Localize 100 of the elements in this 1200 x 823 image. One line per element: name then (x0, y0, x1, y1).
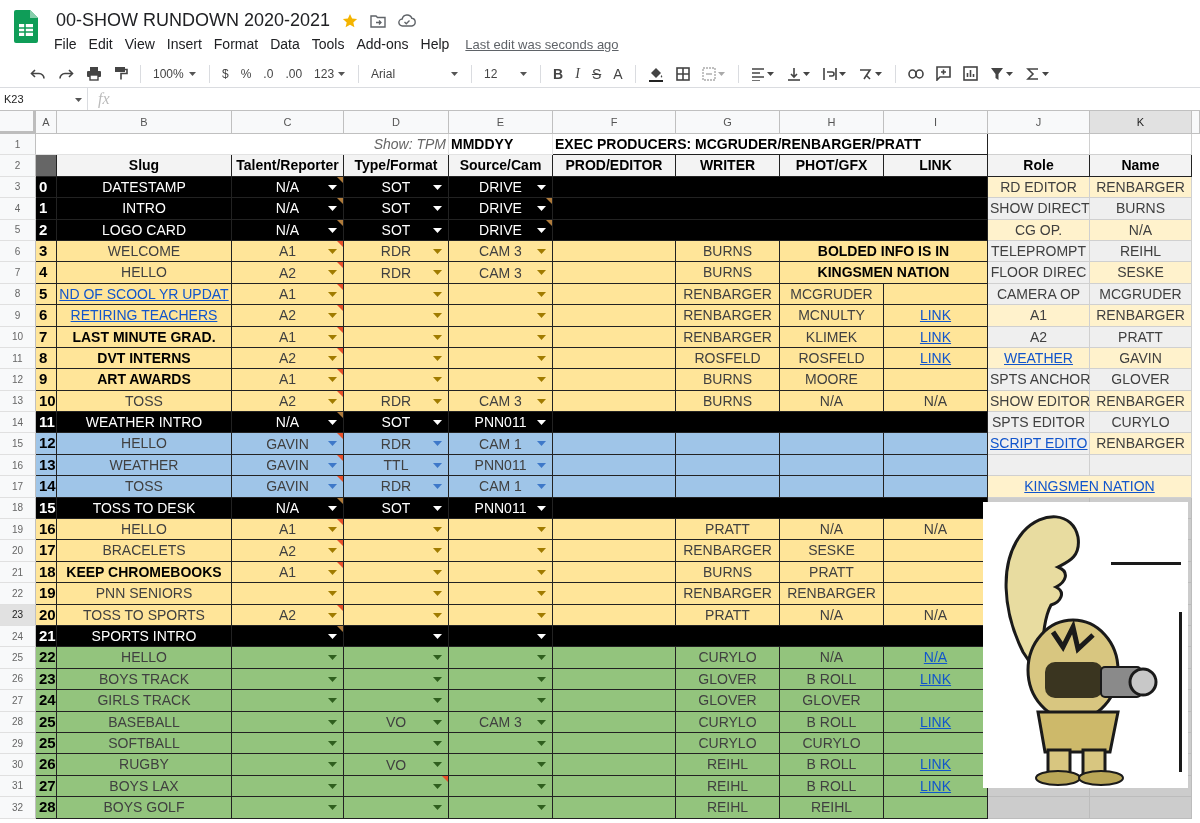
column-header[interactable]: J (988, 111, 1090, 134)
dropdown-cell[interactable] (344, 583, 449, 605)
menu-item[interactable]: View (118, 35, 161, 53)
link[interactable]: WEATHER (1004, 349, 1073, 366)
menu-item[interactable]: Add-ons (350, 35, 415, 53)
row-header[interactable]: 27 (0, 690, 36, 712)
column-header[interactable]: B (57, 111, 232, 134)
dropdown-cell[interactable]: RDR (344, 476, 449, 498)
row-header[interactable]: 3 (0, 176, 36, 199)
dropdown-cell[interactable] (232, 754, 344, 776)
dropdown-cell[interactable]: CAM 3 (449, 240, 553, 263)
menu-item[interactable]: Tools (305, 35, 351, 53)
dropdown-cell[interactable]: SOT (344, 176, 449, 199)
dropdown-cell[interactable] (232, 711, 344, 733)
dropdown-cell[interactable]: A2 (232, 262, 344, 284)
row-header[interactable]: 28 (0, 711, 36, 733)
dropdown-cell[interactable]: A2 (232, 347, 344, 370)
dropdown-cell[interactable] (449, 540, 553, 562)
dropdown-cell[interactable]: RDR (344, 262, 449, 284)
column-header[interactable]: A (36, 111, 57, 134)
dropdown-cell[interactable]: A1 (232, 369, 344, 391)
row-header[interactable]: 15 (0, 433, 36, 455)
dropdown-cell[interactable]: SOT (344, 412, 449, 434)
dropdown-cell[interactable]: N/A (232, 219, 344, 241)
menu-item[interactable]: Format (207, 35, 265, 53)
dropdown-cell[interactable] (449, 647, 553, 669)
dropdown-cell[interactable]: CAM 3 (449, 711, 553, 733)
font-size-dropdown[interactable]: 12 (480, 61, 533, 86)
zoom-dropdown[interactable]: 100% (149, 61, 201, 86)
row-header[interactable]: 21 (0, 561, 36, 584)
folder-icon[interactable] (370, 13, 387, 28)
decrease-decimals-button[interactable]: .0 (259, 61, 278, 86)
row-header[interactable]: 31 (0, 775, 36, 798)
dropdown-cell[interactable] (449, 283, 553, 306)
dropdown-cell[interactable] (344, 369, 449, 391)
dropdown-cell[interactable]: A1 (232, 519, 344, 541)
row-header[interactable]: 22 (0, 583, 36, 605)
menu-item[interactable]: File (48, 35, 83, 53)
dropdown-cell[interactable]: CAM 3 (449, 390, 553, 413)
row-header[interactable]: 7 (0, 262, 36, 284)
dropdown-cell[interactable]: A2 (232, 540, 344, 562)
dropdown-cell[interactable] (344, 797, 449, 819)
row-header[interactable]: 25 (0, 647, 36, 669)
dropdown-cell[interactable]: DRIVE (449, 219, 553, 241)
dropdown-cell[interactable] (449, 326, 553, 348)
strikethrough-button[interactable]: S (587, 61, 606, 86)
link[interactable]: ND OF SCOOL YR UPDAT (59, 285, 229, 302)
number-format-dropdown[interactable]: 123 (310, 61, 351, 86)
dropdown-cell[interactable]: A2 (232, 604, 344, 626)
dropdown-cell[interactable]: SOT (344, 497, 449, 520)
dropdown-cell[interactable]: CAM 1 (449, 476, 553, 498)
row-header[interactable]: 18 (0, 497, 36, 520)
dropdown-cell[interactable]: GAVIN (232, 454, 344, 477)
dropdown-cell[interactable]: A1 (232, 326, 344, 348)
link[interactable]: LINK (919, 328, 952, 345)
menu-item[interactable]: Edit (82, 35, 119, 53)
dropdown-cell[interactable]: GAVIN (232, 476, 344, 498)
dropdown-cell[interactable] (344, 326, 449, 348)
dropdown-cell[interactable]: A2 (232, 390, 344, 413)
dropdown-cell[interactable] (449, 604, 553, 626)
dropdown-cell[interactable] (344, 775, 449, 798)
dropdown-cell[interactable] (344, 626, 449, 648)
row-header[interactable]: 29 (0, 732, 36, 755)
menu-item[interactable]: Data (264, 35, 306, 53)
row-header[interactable]: 16 (0, 454, 36, 477)
dropdown-cell[interactable]: N/A (232, 412, 344, 434)
row-header[interactable]: 11 (0, 347, 36, 370)
dropdown-cell[interactable]: CAM 1 (449, 433, 553, 455)
dropdown-cell[interactable] (232, 690, 344, 712)
italic-button[interactable]: I (571, 61, 584, 86)
menu-item[interactable]: Help (414, 35, 456, 53)
row-header[interactable]: 1 (0, 134, 36, 156)
row-header[interactable]: 10 (0, 326, 36, 348)
dropdown-cell[interactable] (344, 647, 449, 669)
currency-button[interactable]: $ (218, 61, 233, 86)
column-header[interactable]: C (232, 111, 344, 134)
row-header[interactable]: 19 (0, 519, 36, 541)
dropdown-cell[interactable]: VO (344, 711, 449, 733)
row-header[interactable]: 32 (0, 797, 36, 819)
column-header[interactable]: E (449, 111, 553, 134)
dropdown-cell[interactable] (449, 775, 553, 798)
dropdown-cell[interactable] (232, 732, 344, 755)
dropdown-cell[interactable] (449, 583, 553, 605)
row-header[interactable]: 12 (0, 369, 36, 391)
dropdown-cell[interactable] (232, 647, 344, 669)
link[interactable]: LINK (919, 307, 952, 324)
dropdown-cell[interactable]: DRIVE (449, 198, 553, 220)
last-edit-link[interactable]: Last edit was seconds ago (465, 36, 619, 52)
dropdown-cell[interactable]: RDR (344, 240, 449, 263)
column-header[interactable]: F (553, 111, 676, 134)
column-header[interactable]: G (676, 111, 780, 134)
dropdown-cell[interactable]: A1 (232, 240, 344, 263)
dropdown-cell[interactable] (449, 690, 553, 712)
dropdown-cell[interactable]: N/A (232, 198, 344, 220)
dropdown-cell[interactable] (344, 540, 449, 562)
column-header[interactable]: H (780, 111, 884, 134)
dropdown-cell[interactable]: VO (344, 754, 449, 776)
link[interactable]: KINGSMEN NATION (1024, 478, 1155, 495)
dropdown-cell[interactable] (344, 305, 449, 327)
dropdown-cell[interactable] (232, 583, 344, 605)
